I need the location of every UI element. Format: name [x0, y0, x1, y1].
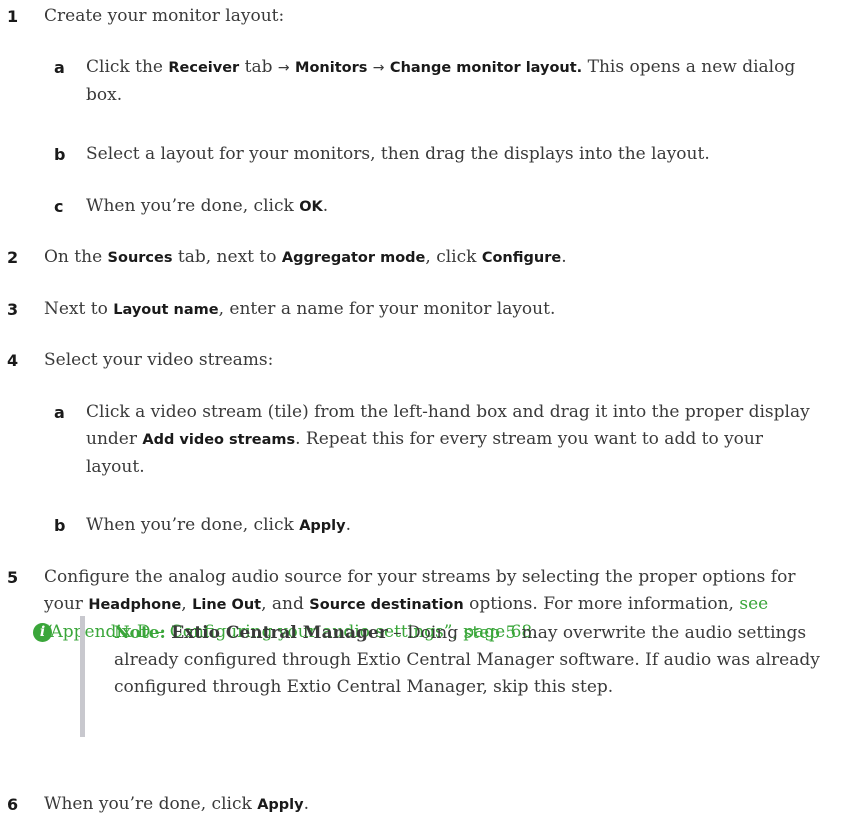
arrow-right-icon: →	[372, 60, 385, 76]
substep-text: Click a video stream (tile) from the lef…	[86, 402, 810, 477]
receiver-tab-label: Receiver	[168, 60, 240, 76]
substep-letter: a	[54, 403, 65, 422]
line-out-label: Line Out	[192, 597, 262, 613]
step-number: 3	[7, 300, 19, 319]
note-label: Note:	[114, 623, 166, 643]
ok-label: OK	[299, 199, 323, 215]
add-video-streams-label: Add video streams	[142, 432, 296, 448]
step-text: Next to Layout name, enter a name for yo…	[44, 299, 556, 319]
layout-name-label: Layout name	[113, 302, 219, 318]
substep-letter: a	[54, 58, 65, 77]
step-text: Select your video streams:	[44, 350, 274, 370]
note-title: Extio Central Manager	[171, 623, 388, 643]
note-bar	[80, 616, 85, 737]
substep-text: Select a layout for your monitors, then …	[86, 144, 710, 164]
monitors-label: Monitors	[295, 60, 368, 76]
configure-label: Configure	[481, 250, 562, 266]
sources-tab-label: Sources	[107, 250, 173, 266]
step-number: 6	[7, 795, 19, 814]
substep-text: When you’re done, click Apply.	[86, 515, 351, 535]
step-text: When you’re done, click Apply.	[44, 794, 309, 814]
substep-letter: b	[54, 516, 66, 535]
aggregator-mode-label: Aggregator mode	[281, 250, 426, 266]
step-text: Create your monitor layout:	[44, 6, 285, 26]
info-icon: i	[33, 623, 52, 642]
step-5-link[interactable]: step 5	[464, 623, 517, 643]
apply-label: Apply	[257, 797, 304, 813]
substep-letter: b	[54, 145, 66, 164]
apply-label: Apply	[299, 518, 346, 534]
substep-text: When you’re done, click OK.	[86, 196, 329, 216]
step-number: 5	[7, 568, 19, 587]
step-text: On the Sources tab, next to Aggregator m…	[44, 247, 567, 267]
change-monitor-layout-label: Change monitor layout.	[389, 60, 583, 76]
note-text: Note: Extio Central Manager – Doing step…	[114, 623, 820, 697]
source-destination-label: Source destination	[309, 597, 464, 613]
step-number: 1	[7, 7, 19, 26]
substep-letter: c	[54, 197, 64, 216]
note-callout: i Note: Extio Central Manager – Doing st…	[33, 616, 821, 747]
headphone-label: Headphone	[88, 597, 182, 613]
arrow-right-icon: →	[277, 60, 290, 76]
step-number: 4	[7, 351, 19, 370]
substep-text: Click the Receiver tab → Monitors → Chan…	[86, 57, 796, 105]
step-number: 2	[7, 248, 19, 267]
